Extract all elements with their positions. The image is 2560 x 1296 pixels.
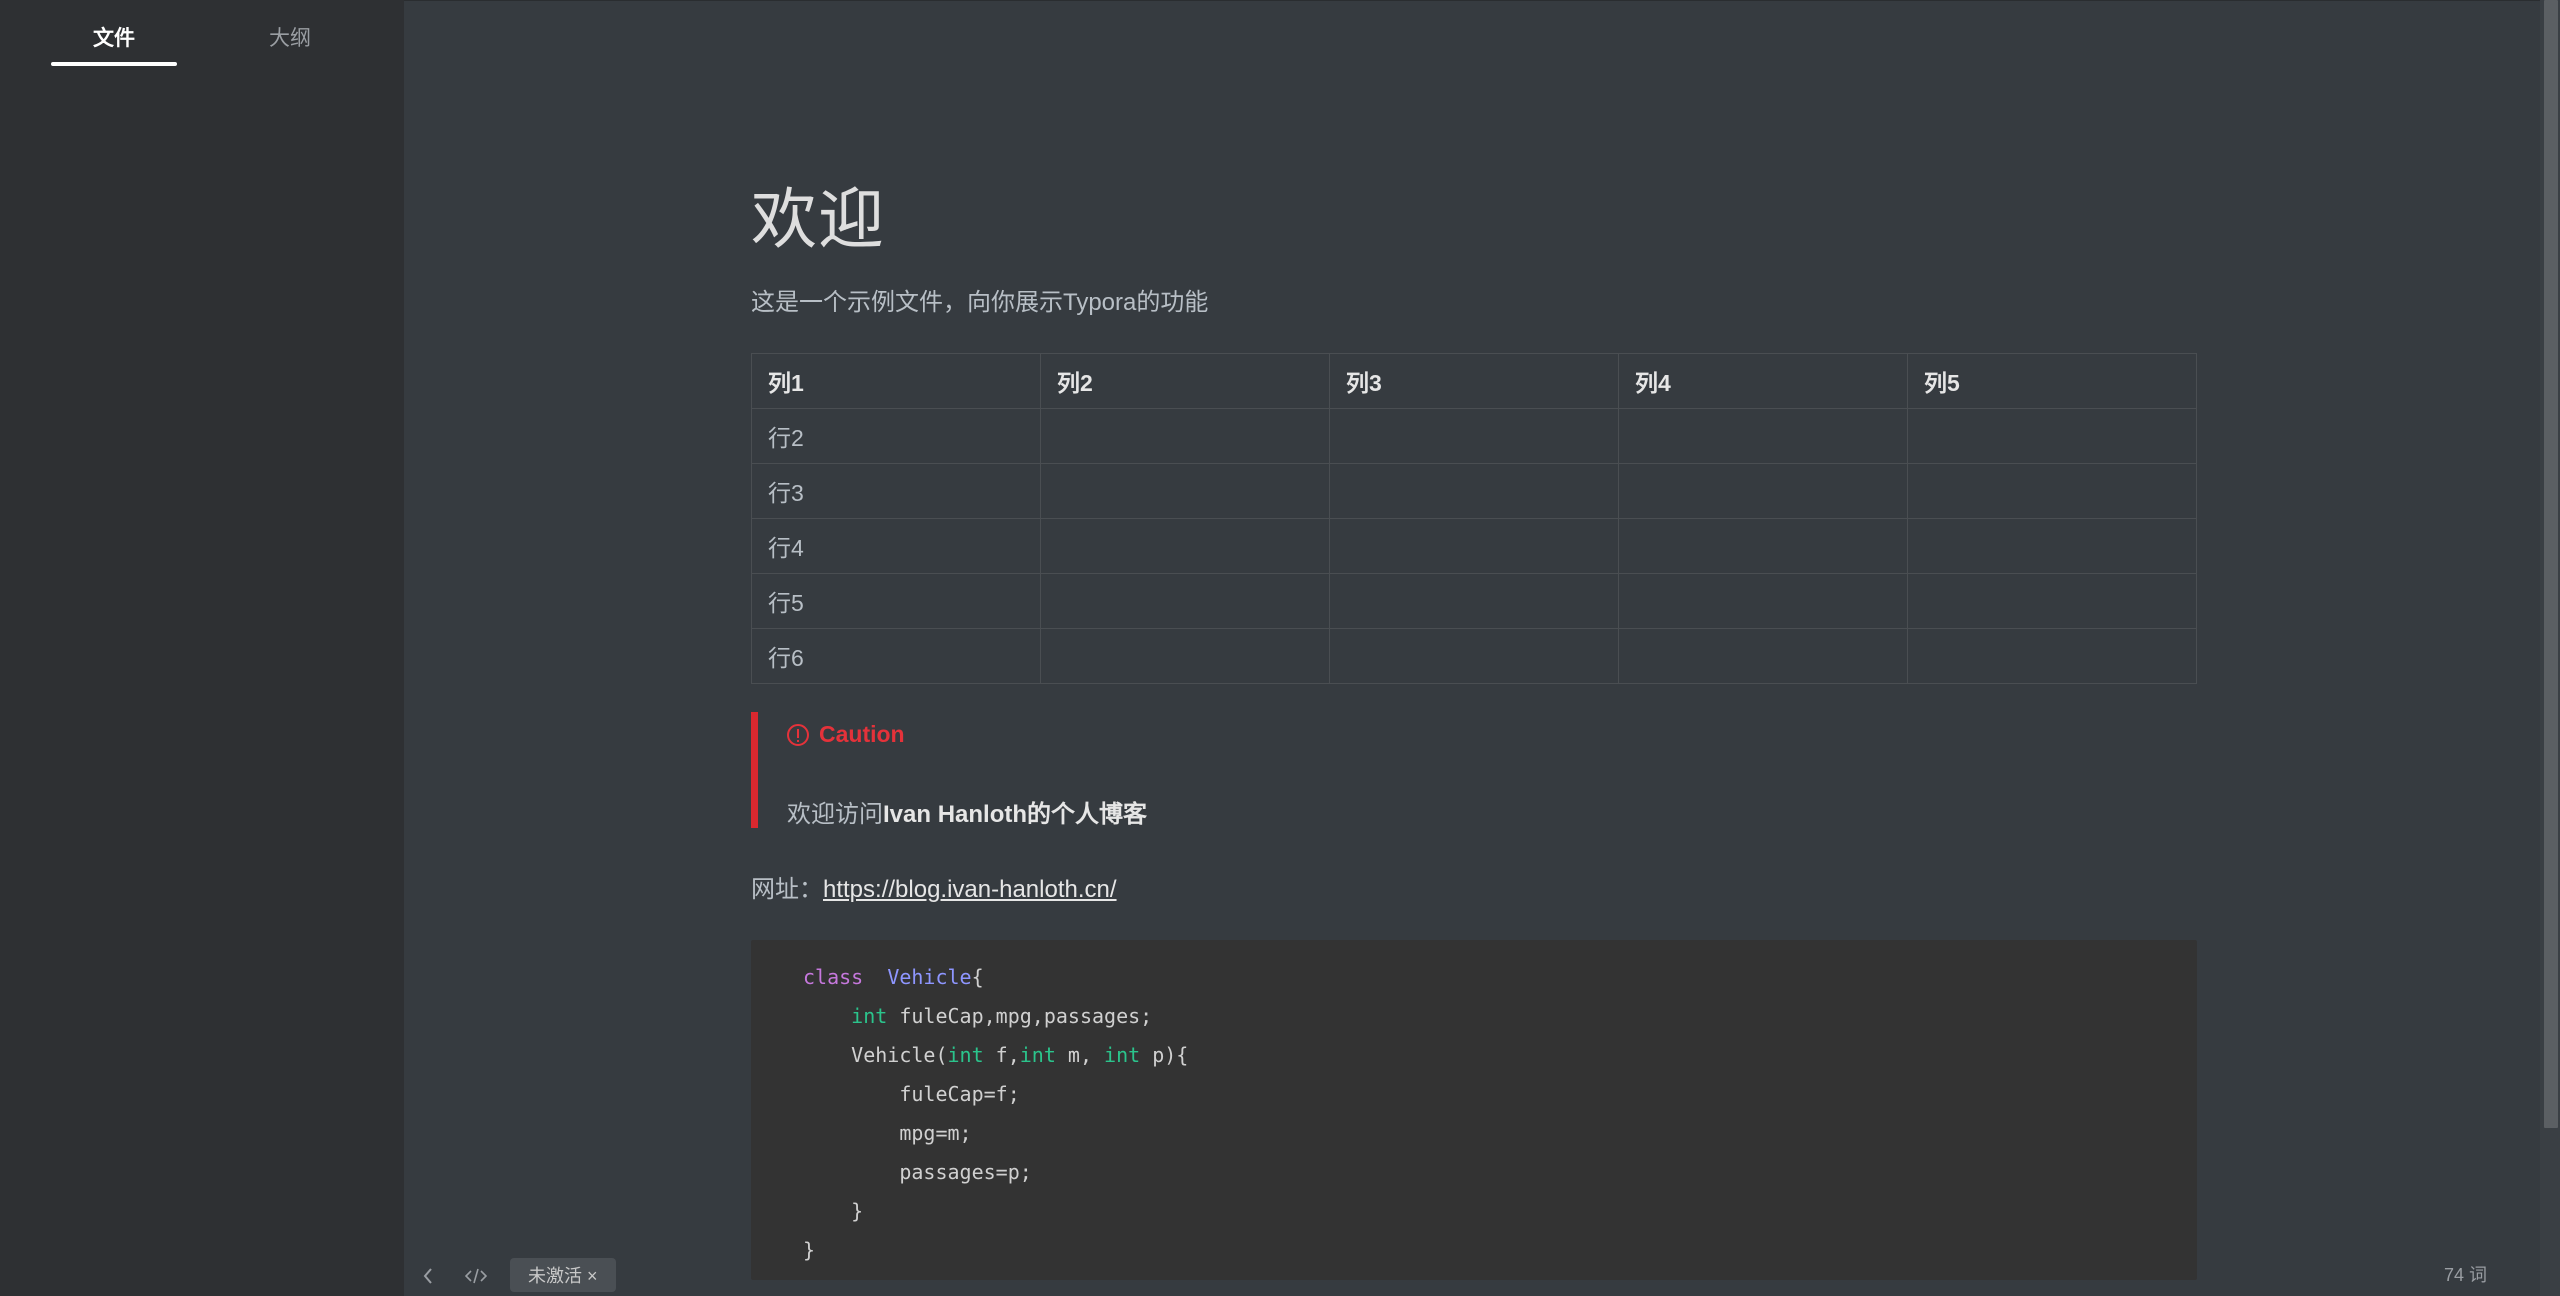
table-cell[interactable] [1618, 408, 1908, 464]
status-bar: 未激活 × 74 词 [404, 1255, 2540, 1296]
code-token-kw: class [803, 965, 864, 989]
code-icon [465, 1268, 487, 1283]
alert-circle-icon [787, 723, 809, 746]
table-cell[interactable] [1618, 518, 1908, 574]
table-cell[interactable] [1329, 463, 1619, 519]
table-cell[interactable] [1907, 573, 2197, 629]
code-line[interactable]: int fuleCap,mpg,passages; [803, 997, 2197, 1036]
table-cell[interactable] [1618, 463, 1908, 519]
code-line[interactable]: fuleCap=f; [803, 1075, 2197, 1114]
sidebar: 文件 大纲 [0, 0, 404, 1296]
code-line[interactable]: class Vehicle{ [803, 958, 2197, 997]
code-token: passages=p; [803, 1160, 1032, 1184]
table-cell[interactable] [1040, 573, 1330, 629]
blog-link[interactable]: https://blog.ivan-hanloth.cn/ [823, 876, 1117, 903]
code-token: { [971, 965, 984, 989]
tab-files-label: 文件 [93, 27, 135, 50]
sidebar-toggle-button[interactable] [414, 1255, 442, 1296]
code-token-cls: Vehicle [887, 965, 972, 989]
table-header-cell[interactable]: 列2 [1040, 353, 1330, 409]
table-row: 行2 [751, 408, 2197, 464]
activation-badge[interactable]: 未激活 × [510, 1258, 616, 1292]
code-token: p){ [1140, 1043, 1189, 1067]
document-heading[interactable]: 欢迎 [751, 166, 885, 262]
tab-outline-label: 大纲 [269, 27, 311, 50]
code-token-ty: int [1104, 1043, 1141, 1067]
tab-outline[interactable]: 大纲 [252, 22, 328, 52]
code-line[interactable]: Vehicle(int f,int m, int p){ [803, 1036, 2197, 1075]
url-label: 网址： [751, 876, 823, 903]
table-cell[interactable] [1040, 518, 1330, 574]
table-cell[interactable] [1040, 463, 1330, 519]
table-header-cell[interactable]: 列4 [1618, 353, 1908, 409]
table-cell[interactable] [1907, 518, 2197, 574]
table-header-cell[interactable]: 列1 [751, 353, 1041, 409]
caution-callout[interactable]: Caution 欢迎访问Ivan Hanloth的个人博客 [751, 712, 2197, 828]
table-cell[interactable] [1907, 628, 2197, 684]
code-token: } [803, 1199, 864, 1223]
table-cell[interactable] [1040, 408, 1330, 464]
table-cell[interactable] [1907, 463, 2197, 519]
caution-body-bold: Ivan Hanloth的个人博客 [883, 801, 1148, 828]
table-row: 行6 [751, 628, 2197, 684]
intro-paragraph[interactable]: 这是一个示例文件，向你展示Typora的功能 [751, 282, 1208, 317]
table-cell[interactable] [1329, 408, 1619, 464]
tab-files[interactable]: 文件 [51, 22, 177, 66]
table-cell[interactable] [1040, 628, 1330, 684]
word-count[interactable]: 74 词 [2444, 1255, 2487, 1296]
code-line[interactable]: passages=p; [803, 1153, 2197, 1192]
table-cell[interactable]: 行4 [751, 518, 1041, 574]
source-mode-button[interactable] [456, 1255, 496, 1296]
caution-title: Caution [787, 721, 905, 748]
code-line[interactable]: } [803, 1192, 2197, 1231]
code-line[interactable]: mpg=m; [803, 1114, 2197, 1153]
table-cell[interactable]: 行2 [751, 408, 1041, 464]
code-token: Vehicle( [803, 1043, 948, 1067]
table-cell[interactable]: 行6 [751, 628, 1041, 684]
code-token: f, [983, 1043, 1020, 1067]
code-token-ty: int [947, 1043, 984, 1067]
table-cell[interactable]: 行5 [751, 573, 1041, 629]
table-cell[interactable]: 行3 [751, 463, 1041, 519]
tab-active-indicator [51, 62, 177, 66]
code-token: fuleCap=f; [803, 1082, 1020, 1106]
markdown-table[interactable]: 列1 列2 列3 列4 列5 行2 行3 行4 行5 行6 [751, 353, 2197, 684]
table-cell[interactable] [1907, 408, 2197, 464]
scrollbar-thumb[interactable] [2544, 0, 2558, 1128]
table-cell[interactable] [1329, 573, 1619, 629]
table-header-cell[interactable]: 列5 [1907, 353, 2197, 409]
table-cell[interactable] [1329, 628, 1619, 684]
code-token: mpg=m; [803, 1121, 972, 1145]
chevron-left-icon [423, 1267, 432, 1284]
code-token: fuleCap,mpg,passages; [887, 1004, 1153, 1028]
code-token-ty: int [1019, 1043, 1056, 1067]
editor-area[interactable]: 欢迎 这是一个示例文件，向你展示Typora的功能 列1 列2 列3 列4 列5… [404, 0, 2540, 1296]
table-cell[interactable] [1618, 573, 1908, 629]
url-paragraph[interactable]: 网址：https://blog.ivan-hanloth.cn/ [751, 869, 1117, 904]
table-row: 行5 [751, 573, 2197, 629]
code-token-ty: int [851, 1004, 888, 1028]
table-header-row: 列1 列2 列3 列4 列5 [751, 353, 2197, 409]
caution-title-label: Caution [819, 721, 905, 747]
table-row: 行4 [751, 518, 2197, 574]
table-header-cell[interactable]: 列3 [1329, 353, 1619, 409]
caution-body[interactable]: 欢迎访问Ivan Hanloth的个人博客 [787, 794, 1147, 829]
table-row: 行3 [751, 463, 2197, 519]
code-token: m, [1055, 1043, 1105, 1067]
table-cell[interactable] [1329, 518, 1619, 574]
caution-body-text: 欢迎访问 [787, 801, 883, 828]
code-block[interactable]: class Vehicle{ int fuleCap,mpg,passages;… [751, 940, 2197, 1280]
sidebar-tabs: 文件 大纲 [0, 0, 404, 70]
table-cell[interactable] [1618, 628, 1908, 684]
